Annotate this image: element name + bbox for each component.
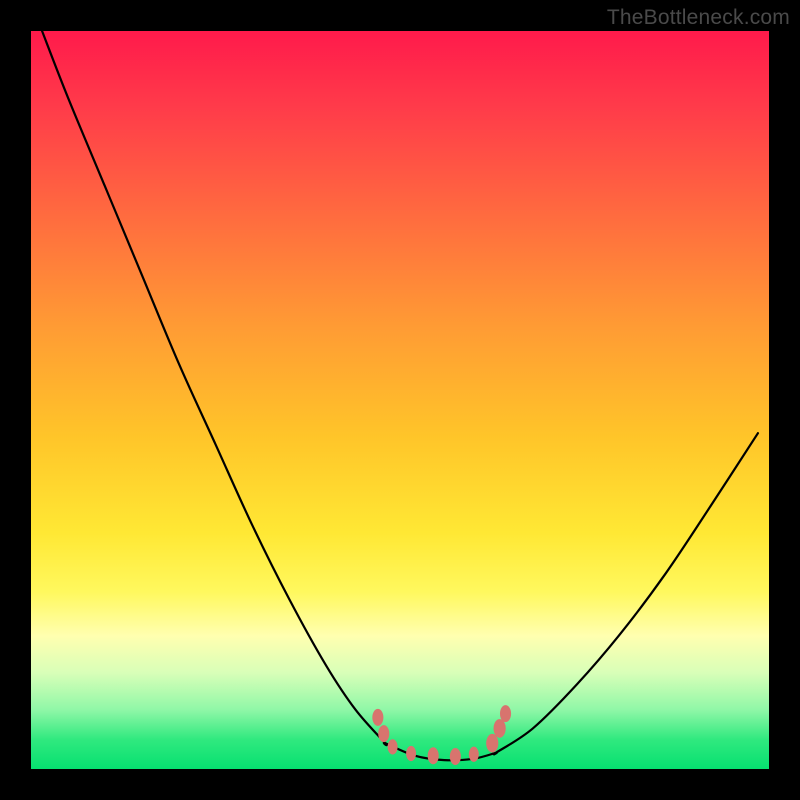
marker-group xyxy=(372,705,511,765)
curve-marker xyxy=(500,705,511,722)
curve-marker xyxy=(406,746,416,761)
curve-marker xyxy=(486,734,498,753)
bottleneck-curve xyxy=(42,31,758,760)
curve-marker xyxy=(428,747,439,764)
watermark-text: TheBottleneck.com xyxy=(607,6,790,30)
chart-frame: TheBottleneck.com xyxy=(0,0,800,800)
curve-marker xyxy=(388,739,398,754)
curve-marker xyxy=(450,748,461,765)
curve-marker xyxy=(372,709,383,726)
plot-area xyxy=(31,31,769,769)
chart-svg xyxy=(31,31,769,769)
curve-marker xyxy=(378,725,389,742)
curve-marker xyxy=(494,719,506,738)
curve-marker xyxy=(469,747,479,762)
